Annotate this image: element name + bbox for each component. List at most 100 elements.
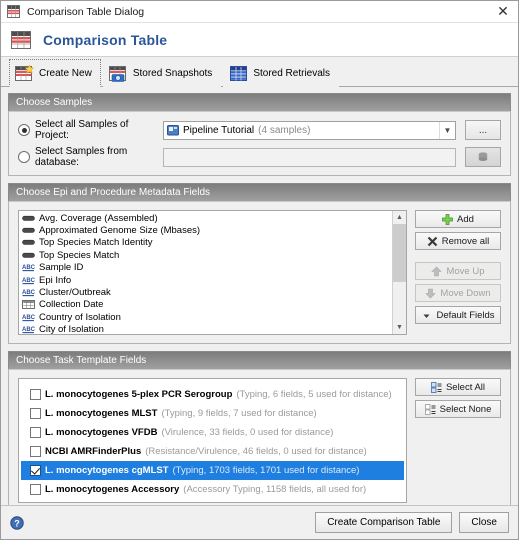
add-button[interactable]: Add xyxy=(415,210,501,228)
table-camera-icon xyxy=(108,65,128,82)
metadata-field-label: City of Isolation xyxy=(39,324,104,334)
task-template-row[interactable]: NCBI AMRFinderPlus (Resistance/Virulence,… xyxy=(21,442,404,461)
task-template-row[interactable]: L. monocytogenes MLST (Typing, 9 fields, … xyxy=(21,404,404,423)
browse-project-button[interactable]: ... xyxy=(465,120,501,140)
scrollbar-thumb[interactable] xyxy=(393,224,406,283)
metadata-list-scrollbar[interactable]: ▲ ▼ xyxy=(392,211,406,334)
metadata-field-label: Top Species Match xyxy=(39,249,120,261)
metadata-field-item[interactable]: Top Species Match Identity xyxy=(20,237,392,249)
task-template-row[interactable]: L. monocytogenes 5-plex PCR Serogroup (Ty… xyxy=(21,385,404,404)
metadata-field-item[interactable]: Top Species Match xyxy=(20,249,392,261)
arrow-up-icon xyxy=(431,266,443,277)
metadata-field-item[interactable]: ABC Cluster/Outbreak xyxy=(20,286,392,298)
metadata-field-item[interactable]: ABC Sample ID xyxy=(20,262,392,274)
task-template-name: L. monocytogenes cgMLST xyxy=(45,465,169,476)
move-up-button[interactable]: Move Up xyxy=(415,262,501,280)
choose-samples-body: Select all Samples of Project: Pipeline … xyxy=(8,111,511,176)
task-template-row[interactable]: L. monocytogenes cgMLST (Typing, 1703 fie… xyxy=(21,461,404,480)
metadata-field-label: Top Species Match Identity xyxy=(39,237,153,249)
close-icon[interactable]: ✕ xyxy=(488,1,518,22)
metadata-field-label: Avg. Coverage (Assembled) xyxy=(39,212,158,224)
task-template-list[interactable]: L. monocytogenes 5-plex PCR Serogroup (Ty… xyxy=(18,378,407,503)
arrow-down-icon xyxy=(425,288,437,299)
metadata-field-label: Sample ID xyxy=(39,262,84,274)
numeric-field-icon xyxy=(22,214,35,223)
add-button-label: Add xyxy=(457,213,474,225)
task-template-name: L. monocytogenes VFDB xyxy=(45,427,158,438)
task-template-name: L. monocytogenes 5-plex PCR Serogroup xyxy=(45,389,233,400)
footer-buttons: Create Comparison Table Close xyxy=(308,512,509,533)
move-down-button-label: Move Down xyxy=(440,287,491,299)
radio-select-from-database[interactable] xyxy=(18,151,30,163)
scroll-up-icon[interactable]: ▲ xyxy=(393,211,406,224)
metadata-field-label: Country of Isolation xyxy=(39,311,121,323)
select-all-button[interactable]: Select All xyxy=(415,378,501,396)
dialog-footer: ? Create Comparison Table Close xyxy=(1,505,518,539)
caret-down-icon xyxy=(421,310,432,321)
database-icon xyxy=(465,147,501,167)
task-template-fields-body: L. monocytogenes 5-plex PCR Serogroup (Ty… xyxy=(8,369,511,505)
task-template-checkbox[interactable] xyxy=(30,408,41,419)
remove-all-button[interactable]: Remove all xyxy=(415,232,501,250)
task-template-name: L. monocytogenes Accessory xyxy=(45,484,180,495)
tab-label: Create New xyxy=(39,67,92,79)
numeric-field-icon xyxy=(22,251,35,260)
scroll-down-icon[interactable]: ▼ xyxy=(393,321,406,334)
metadata-fields-body: Avg. Coverage (Assembled) Approximated Ge… xyxy=(8,201,511,344)
metadata-field-item[interactable]: ABC Country of Isolation xyxy=(20,311,392,323)
tab-stored-snapshots[interactable]: Stored Snapshots xyxy=(102,59,222,87)
tab-create-new[interactable]: Create New xyxy=(9,59,101,87)
select-all-icon xyxy=(431,381,442,393)
task-template-checkbox[interactable] xyxy=(30,446,41,457)
text-field-icon: ABC xyxy=(22,263,36,272)
metadata-field-item[interactable]: Avg. Coverage (Assembled) xyxy=(20,212,392,224)
task-template-fields-header: Choose Task Template Fields xyxy=(8,351,511,369)
metadata-field-item[interactable]: Collection Date xyxy=(20,299,392,311)
task-template-detail: (Typing, 1703 fields, 1701 used for dist… xyxy=(172,465,360,476)
task-template-checkbox[interactable] xyxy=(30,465,41,476)
radio-select-all-samples-label: Select all Samples of Project: xyxy=(35,119,129,141)
select-none-button-label: Select None xyxy=(439,403,492,415)
comparison-table-dialog: Comparison Table Dialog ✕ Comparison Tab… xyxy=(0,0,519,540)
task-template-row[interactable]: L. monocytogenes Accessory (Accessory Typ… xyxy=(21,480,404,499)
close-button[interactable]: Close xyxy=(459,512,509,533)
dialog-content: Choose Samples Select all Samples of Pro… xyxy=(1,87,518,505)
header-banner: Comparison Table xyxy=(1,23,518,57)
select-all-button-label: Select All xyxy=(445,381,486,393)
metadata-field-label: Cluster/Outbreak xyxy=(39,287,111,299)
choose-samples-header: Choose Samples xyxy=(8,93,511,111)
scrollbar-track[interactable] xyxy=(393,224,406,321)
chevron-down-icon[interactable]: ▼ xyxy=(439,121,455,139)
metadata-field-label: Epi Info xyxy=(39,274,72,286)
task-template-checkbox[interactable] xyxy=(30,484,41,495)
move-down-button[interactable]: Move Down xyxy=(415,284,501,302)
metadata-field-item[interactable]: ABC Epi Info xyxy=(20,274,392,286)
metadata-field-item[interactable]: ABC City of Isolation xyxy=(20,324,392,334)
task-template-row[interactable]: L. monocytogenes VFDB (Virulence, 33 fiel… xyxy=(21,423,404,442)
help-icon[interactable]: ? xyxy=(10,515,24,530)
metadata-field-item[interactable]: Approximated Genome Size (Mbases) xyxy=(20,224,392,236)
comparison-table-icon xyxy=(11,30,31,50)
select-from-database-row: Select Samples from database: xyxy=(18,146,501,168)
project-dropdown[interactable]: Pipeline Tutorial (4 samples) ▼ xyxy=(163,120,456,140)
date-field-icon xyxy=(22,300,35,310)
radio-select-from-database-label: Select Samples from database: xyxy=(35,146,128,168)
task-template-checkbox[interactable] xyxy=(30,389,41,400)
default-fields-button[interactable]: Default Fields xyxy=(415,306,501,324)
numeric-field-icon xyxy=(22,238,35,247)
project-name: Pipeline Tutorial xyxy=(183,124,255,136)
create-comparison-table-button[interactable]: Create Comparison Table xyxy=(315,512,453,533)
task-template-buttons: Select All Select None xyxy=(415,378,501,503)
tab-stored-retrievals[interactable]: Stored Retrievals xyxy=(223,59,340,87)
metadata-fields-list[interactable]: Avg. Coverage (Assembled) Approximated Ge… xyxy=(18,210,407,335)
radio-select-all-samples[interactable] xyxy=(18,124,30,136)
text-field-icon: ABC xyxy=(22,276,36,285)
remove-icon xyxy=(427,236,438,247)
choose-samples-group: Choose Samples Select all Samples of Pro… xyxy=(8,93,511,176)
default-fields-button-label: Default Fields xyxy=(436,309,495,321)
task-template-name: L. monocytogenes MLST xyxy=(45,408,158,419)
select-none-button[interactable]: Select None xyxy=(415,400,501,418)
task-template-checkbox[interactable] xyxy=(30,427,41,438)
text-field-icon: ABC xyxy=(22,288,36,297)
database-input[interactable] xyxy=(163,147,456,167)
